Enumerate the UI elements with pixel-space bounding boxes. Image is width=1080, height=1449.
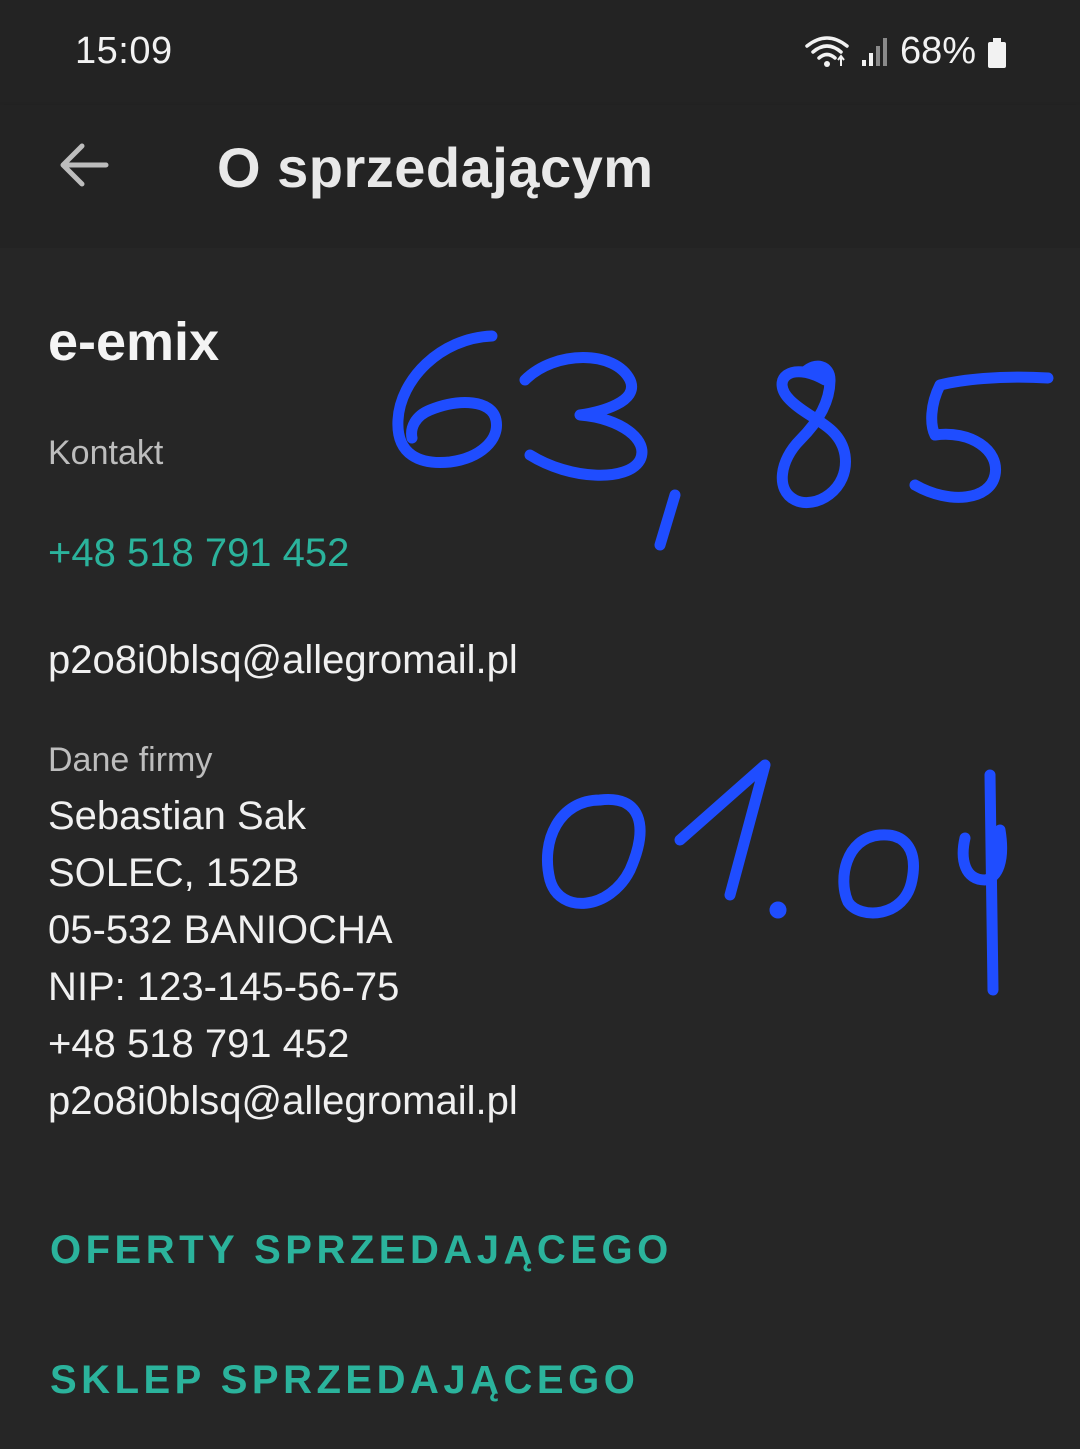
company-city: 05-532 BANIOCHA bbox=[48, 908, 393, 952]
arrow-left-icon bbox=[60, 143, 109, 187]
seller-shop-button[interactable]: SKLEP SPRZEDAJĄCEGO bbox=[50, 1358, 639, 1403]
company-nip: NIP: 123-145-56-75 bbox=[48, 965, 400, 1009]
battery-percentage: 68% bbox=[899, 30, 976, 72]
seller-name: e-emix bbox=[48, 312, 220, 372]
signal-icon bbox=[861, 37, 887, 66]
seller-info: e-emix Kontakt +48 518 791 452 p2o8i0bls… bbox=[0, 248, 1080, 1449]
company-email: p2o8i0blsq@allegromail.pl bbox=[48, 1079, 518, 1123]
page-title: O sprzedającym bbox=[217, 136, 654, 199]
company-label: Dane firmy bbox=[48, 741, 213, 779]
status-icons: 68% bbox=[804, 30, 1008, 73]
battery-icon bbox=[988, 37, 1006, 68]
company-street: SOLEC, 152B bbox=[48, 851, 300, 895]
back-button[interactable] bbox=[52, 133, 116, 197]
email-link[interactable]: p2o8i0blsq@allegromail.pl bbox=[48, 638, 518, 683]
company-phone: +48 518 791 452 bbox=[48, 1022, 350, 1066]
phone-link[interactable]: +48 518 791 452 bbox=[48, 531, 349, 576]
status-bar: 15:09 68% bbox=[0, 0, 1080, 105]
wifi-icon bbox=[805, 35, 849, 67]
status-time: 15:09 bbox=[75, 30, 173, 72]
seller-offers-button[interactable]: OFERTY SPRZEDAJĄCEGO bbox=[50, 1228, 673, 1273]
company-details: Sebastian Sak SOLEC, 152B 05-532 BANIOCH… bbox=[48, 788, 518, 1130]
app-bar: O sprzedającym bbox=[0, 105, 1080, 248]
company-owner: Sebastian Sak bbox=[48, 794, 306, 838]
contact-label: Kontakt bbox=[48, 434, 164, 472]
